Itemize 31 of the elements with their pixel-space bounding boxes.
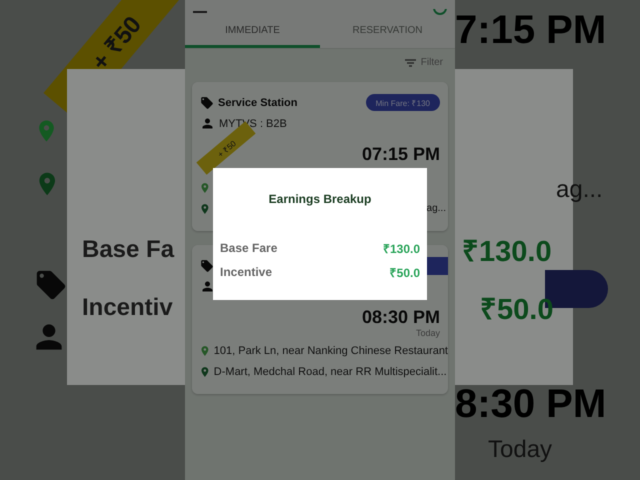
time-text: 7:15 PM	[455, 8, 606, 53]
person-icon	[200, 116, 215, 131]
time-text: 08:30 PM	[362, 307, 440, 328]
amount-text: ₹130.0	[462, 235, 552, 269]
min-fare-badge: Min Fare: ₹130	[366, 94, 440, 111]
dialog-title: Earnings Breakup	[268, 192, 372, 206]
pin-icon	[200, 202, 210, 216]
tab[interactable]: IMMEDIATE	[185, 15, 320, 48]
day-text: Today	[416, 328, 440, 338]
pin-icon	[200, 180, 210, 194]
address-text: 101, Park Ln, near Nanking Chinese Restaurant	[214, 344, 448, 356]
address-text: D-Mart, Medchal Road, near RR Multispecialit...	[214, 366, 447, 378]
filter-icon	[404, 58, 416, 66]
category-text: Service Station	[218, 96, 298, 108]
tag-icon	[200, 96, 214, 110]
tag-icon	[34, 268, 68, 302]
tab[interactable]: RESERVATION	[320, 15, 455, 48]
filter-button[interactable]: Filter	[404, 57, 443, 68]
amount-text: ₹50.0	[390, 264, 420, 280]
time-text: 07:15 PM	[362, 144, 440, 165]
pin-icon	[200, 364, 210, 378]
amount-text: ₹50.0	[480, 293, 554, 327]
address-text: ag...	[426, 203, 446, 214]
caption-text: Today	[488, 436, 552, 464]
person-icon	[200, 279, 215, 294]
fare-label: Incentive	[220, 265, 272, 279]
fare-label: Base Fa	[82, 236, 174, 264]
time-text: 8:30 PM	[455, 382, 606, 427]
pin-icon	[200, 344, 210, 358]
tag-icon	[200, 258, 214, 272]
fare-label: Incentiv	[82, 294, 173, 322]
